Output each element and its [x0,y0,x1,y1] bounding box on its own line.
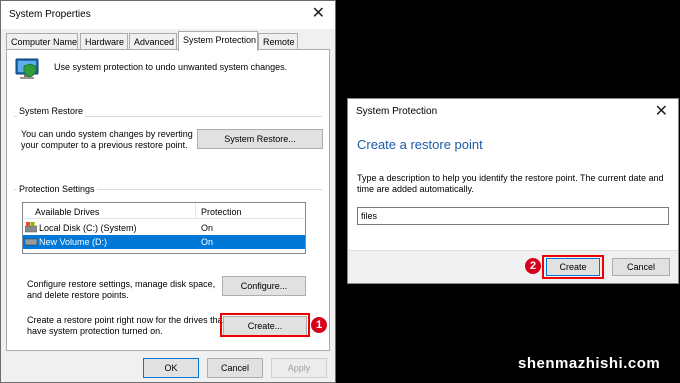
button-label: Cancel [220,363,249,373]
drives-list-header: Available Drives Protection [23,203,305,219]
button-label: System Restore... [224,134,296,144]
dialog-create-button[interactable]: Create [546,258,600,276]
configure-desc-2: and delete restore points. [27,290,129,300]
title-bar: System Properties ✕ [1,1,335,29]
close-icon[interactable]: ✕ [655,103,668,121]
configure-button[interactable]: Configure... [222,276,306,296]
tab-system-protection[interactable]: System Protection [178,31,258,51]
cancel-button[interactable]: Cancel [207,358,263,378]
tab-remote[interactable]: Remote [258,33,298,50]
tab-computer-name[interactable]: Computer Name [6,33,78,50]
tab-hardware[interactable]: Hardware [80,33,128,50]
button-label: Configure... [240,281,288,291]
tab-label: Hardware [85,37,125,47]
column-header-drives[interactable]: Available Drives [35,206,99,218]
dialog-cancel-button[interactable]: Cancel [612,258,670,276]
column-header-protection[interactable]: Protection [201,206,242,218]
system-restore-desc-2: your computer to a previous restore poin… [21,140,188,150]
protection-settings-heading: Protection Settings [17,183,97,195]
button-label: Cancel [626,262,655,272]
close-icon[interactable]: ✕ [312,5,325,23]
dialog-footer: 2 Create Cancel [348,250,678,283]
tab-label: System Protection [183,35,257,45]
tab-advanced[interactable]: Advanced [129,33,177,50]
dialog-heading: Create a restore point [357,137,483,152]
step-1-badge: 1 [311,317,327,333]
input-value: files [361,211,378,221]
button-label: Create [559,262,587,272]
drive-name: New Volume (D:) [39,237,108,247]
watermark-text: shenmazhishi.com [518,355,661,372]
system-restore-button[interactable]: System Restore... [197,129,323,149]
system-protection-icon [15,58,39,79]
tab-label: Computer Name [11,37,78,47]
intro-text: Use system protection to undo unwanted s… [54,62,288,72]
button-label: OK [164,363,178,373]
table-row[interactable]: Local Disk (C:) (System) On [23,221,305,235]
drive-protection: On [201,223,214,233]
restore-point-description-input[interactable]: files [357,207,669,225]
button-label: Apply [287,363,311,373]
step-2-badge: 2 [525,258,541,274]
dialog-title: System Protection [356,106,438,117]
apply-button[interactable]: Apply [271,358,327,378]
drive-icon [25,238,37,246]
system-protection-pane: Use system protection to undo unwanted s… [6,49,330,351]
system-drive-icon [25,222,37,233]
system-protection-dialog: System Protection ✕ Create a restore poi… [347,98,679,284]
create-desc-2: have system protection turned on. [27,326,163,336]
drives-list[interactable]: Available Drives Protection Local Disk (… [22,202,306,254]
window-title: System Properties [9,9,91,20]
drive-protection: On [201,237,214,247]
create-button-highlight [220,313,310,337]
column-divider [195,203,196,219]
system-restore-heading: System Restore [17,105,86,117]
system-properties-window: System Properties ✕ Computer Name Hardwa… [0,0,336,383]
drive-name: Local Disk (C:) (System) [39,223,137,233]
ok-button[interactable]: OK [143,358,199,378]
tab-label: Advanced [134,37,175,47]
dialog-title-bar: System Protection ✕ [348,99,678,125]
table-row[interactable]: New Volume (D:) On [23,235,305,249]
dialog-desc-2: time are added automatically. [357,184,474,194]
tab-label: Remote [263,37,295,47]
